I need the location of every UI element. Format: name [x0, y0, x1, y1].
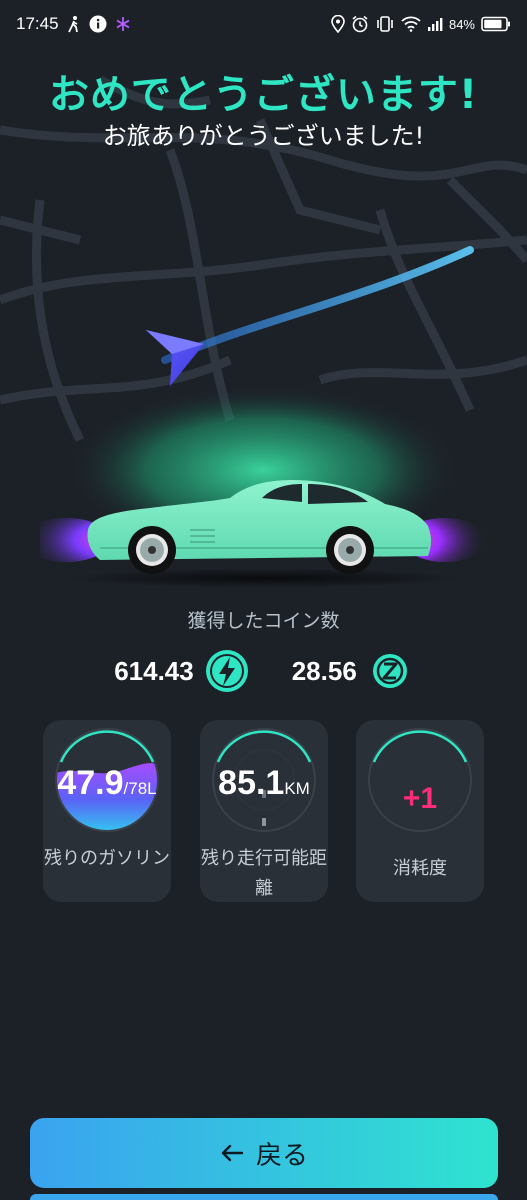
range-value: 85.1 — [218, 764, 285, 802]
coins-earned-label: 獲得したコイン数 — [187, 610, 340, 632]
car-illustration — [40, 480, 487, 588]
z-coin-value: 28.56 — [291, 655, 357, 686]
energy-coin-value: 614.43 — [114, 655, 194, 686]
status-time: 17:45 — [16, 14, 59, 33]
asterisk-icon — [115, 16, 131, 32]
back-button-label: 戻る — [255, 1140, 308, 1171]
walk-icon — [67, 15, 81, 33]
coins-row: 614.43 28.56 — [0, 646, 527, 696]
fuel-unit: /78L — [123, 779, 157, 798]
z-coin-icon — [367, 648, 413, 694]
next-button-edge[interactable] — [30, 1194, 498, 1200]
back-button[interactable]: 戻る — [30, 1118, 498, 1188]
range-readout: 85.1KM — [200, 764, 328, 803]
congratulations-title: おめでとうございます! — [48, 72, 479, 118]
signal-icon — [427, 16, 443, 32]
range-label: 残り走行可能距離 — [201, 848, 327, 899]
fuel-card: 47.9/78L 残りのガソリン — [43, 720, 171, 902]
thank-you-subtitle: お旅ありがとうございました! — [102, 122, 425, 150]
range-unit: KM — [284, 779, 310, 798]
wear-label: 消耗度 — [393, 858, 447, 879]
arrow-left-icon — [220, 1143, 244, 1163]
battery-percentage: 84% — [448, 16, 475, 32]
wear-value: +1 — [402, 782, 438, 815]
wear-readout: +1 — [356, 782, 484, 816]
alarm-icon — [351, 15, 369, 33]
fuel-label: 残りのガソリン — [44, 848, 170, 869]
location-icon — [331, 15, 345, 33]
vibrate-icon — [375, 15, 395, 33]
info-icon — [89, 15, 107, 33]
wifi-icon — [401, 16, 421, 32]
range-card: 85.1KM 残り走行可能距離 — [200, 720, 328, 902]
fuel-readout: 47.9/78L — [43, 764, 171, 803]
lightning-coin-icon — [204, 648, 250, 694]
fuel-value: 47.9 — [57, 764, 124, 802]
wear-gauge — [368, 728, 472, 832]
status-bar: 17:45 84% — [0, 0, 527, 48]
battery-icon — [481, 16, 511, 32]
wear-card: +1 消耗度 — [356, 720, 484, 902]
